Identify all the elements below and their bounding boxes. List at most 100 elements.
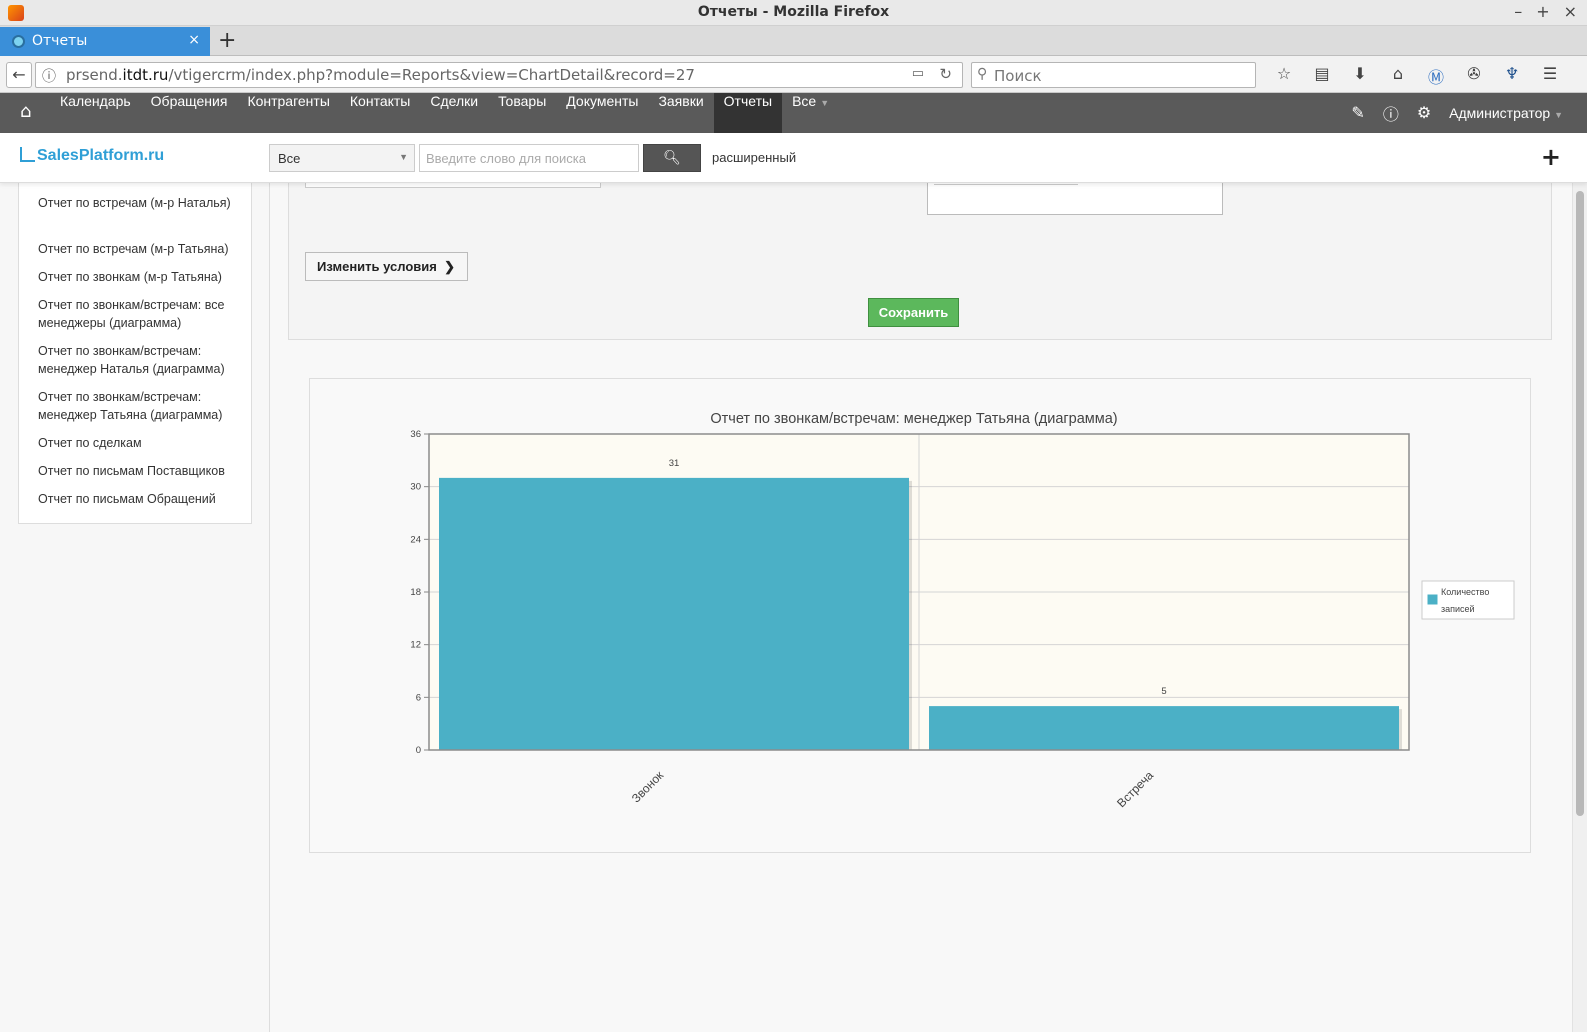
close-icon[interactable]: × — [1564, 2, 1577, 21]
y-tick-label: 30 — [410, 482, 421, 493]
tab-label: Отчеты — [32, 33, 88, 49]
clipboard-icon[interactable]: ▤ — [1303, 64, 1341, 88]
brush-icon[interactable]: ✎ — [1351, 103, 1364, 123]
reports-list-panel: Отчет по встречам (м-р Наталья) Отчет по… — [18, 183, 252, 524]
menu-item-reports[interactable]: Отчеты — [713, 93, 783, 133]
window-controls: – + × — [1514, 2, 1577, 21]
search-scope-select[interactable]: Все ▼ — [269, 144, 415, 172]
y-tick-label: 0 — [416, 745, 421, 756]
filter-listbox-inner — [934, 183, 1078, 185]
menu-icon[interactable]: ☰ — [1531, 64, 1569, 88]
chart-title: Отчет по звонкам/встречам: менеджер Тать… — [710, 411, 1117, 427]
user-menu[interactable]: Администратор ▼ — [1449, 105, 1563, 121]
sidebar-report-link[interactable]: Отчет по письмам Обращений — [38, 490, 243, 508]
legend-swatch — [1426, 593, 1439, 606]
crm-home-icon[interactable]: ⌂ — [20, 101, 31, 122]
figure-icon[interactable]: ♆ — [1493, 64, 1531, 88]
browser-toolbar: ☆ ▤ ⬇ ⌂ Ⓜ ✇ ♆ ☰ — [1265, 64, 1569, 88]
star-icon[interactable]: ☆ — [1265, 64, 1303, 88]
y-tick-label: 12 — [410, 640, 421, 651]
menu-item-calendar[interactable]: Календарь — [50, 93, 141, 133]
window-title: Отчеты - Mozilla Firefox — [697, 4, 890, 20]
menu-item-tickets[interactable]: Обращения — [141, 93, 238, 133]
reader-view-icon[interactable]: ▭ — [912, 66, 924, 81]
sidebar-report-link[interactable]: Отчет по звонкам/встречам: все менеджеры… — [38, 296, 243, 332]
back-button[interactable]: ← — [6, 62, 32, 88]
search-input[interactable] — [419, 144, 639, 172]
extension-m-icon[interactable]: Ⓜ — [1417, 64, 1455, 88]
minimize-icon[interactable]: – — [1514, 2, 1522, 21]
search-button[interactable]: 🔍︎ — [643, 144, 701, 172]
sidebar-report-link[interactable]: Отчет по звонкам/встречам: менеджер Ната… — [38, 342, 243, 378]
url-path: /vtigercrm/index.php?module=Reports&view… — [168, 66, 695, 84]
user-name: Администратор — [1449, 105, 1551, 121]
advanced-search-link[interactable]: расширенный — [712, 150, 796, 165]
address-url[interactable]: prsend.itdt.ru/vtigercrm/index.php?modul… — [66, 66, 695, 84]
url-host-prefix: prsend. — [66, 66, 123, 84]
new-tab-icon[interactable]: + — [218, 28, 236, 53]
edit-conditions-button[interactable]: Изменить условия ❯ — [305, 252, 468, 281]
menu-item-contacts[interactable]: Контакты — [340, 93, 420, 133]
maximize-icon[interactable]: + — [1536, 2, 1549, 21]
bar — [929, 706, 1399, 750]
quick-create-icon[interactable]: + — [1541, 143, 1561, 171]
logo[interactable]: SalesPlatform.ru — [20, 147, 164, 165]
menu-item-accounts[interactable]: Контрагенты — [237, 93, 339, 133]
chevron-down-icon: ▼ — [820, 98, 830, 108]
sidebar: Отчет по встречам (м-р Наталья) Отчет по… — [0, 183, 270, 1032]
chart-panel: Отчет по звонкам/встречам: менеджер Тать… — [309, 378, 1531, 853]
home-icon[interactable]: ⌂ — [1379, 64, 1417, 88]
gear-icon[interactable]: ⚙ — [1417, 103, 1431, 123]
browser-search-box[interactable]: ⚲ Поиск — [971, 62, 1256, 88]
sidebar-report-link[interactable]: Отчет по сделкам — [38, 434, 243, 452]
y-tick-label: 6 — [416, 692, 421, 703]
menu-item-all-label: Все — [792, 93, 817, 109]
info-icon[interactable]: ⓘ — [1383, 101, 1399, 125]
save-button[interactable]: Сохранить — [868, 298, 959, 327]
menu-item-requests[interactable]: Заявки — [648, 93, 713, 133]
sidebar-report-link[interactable]: Отчет по встречам (м-р Татьяна) — [38, 240, 243, 258]
scrollbar-thumb[interactable] — [1576, 191, 1584, 816]
browser-search-placeholder: Поиск — [994, 67, 1042, 85]
legend-label-line: Количество — [1441, 587, 1489, 597]
menu-item-documents[interactable]: Документы — [556, 93, 648, 133]
sidebar-report-link[interactable]: Отчет по звонкам/встречам: менеджер Тать… — [38, 388, 243, 424]
reload-icon[interactable]: ↻ — [939, 65, 952, 83]
sidebar-report-link[interactable]: Отчет по звонкам (м-р Татьяна) — [38, 268, 243, 286]
user-chevron-icon: ▼ — [1554, 110, 1563, 120]
page-scrollbar[interactable] — [1572, 183, 1587, 1032]
tab-strip: Отчеты × + — [0, 26, 1587, 56]
tab-close-icon[interactable]: × — [188, 32, 200, 48]
crm-top-menu: ⌂ Календарь Обращения Контрагенты Контак… — [0, 93, 1587, 133]
x-tick-label: Звонок — [629, 768, 667, 806]
y-tick-label: 24 — [410, 534, 421, 545]
navigation-bar: ← ⓘ prsend.itdt.ru/vtigercrm/index.php?m… — [0, 56, 1587, 93]
puzzle-icon[interactable]: ✇ — [1455, 64, 1493, 88]
url-host-main: itdt.ru — [122, 66, 169, 84]
filter-listbox[interactable] — [927, 183, 1223, 215]
y-tick-label: 18 — [410, 587, 421, 598]
browser-tab[interactable]: Отчеты × — [0, 27, 210, 56]
main-content: Изменить условия ❯ Сохранить Отчет по зво… — [270, 173, 1572, 1032]
menu-item-deals[interactable]: Сделки — [420, 93, 488, 133]
filter-field-edge[interactable] — [305, 183, 601, 188]
chevron-right-icon: ❯ — [444, 259, 455, 274]
legend-label-line: записей — [1441, 604, 1475, 614]
sidebar-report-link[interactable]: Отчет по письмам Поставщиков — [38, 462, 243, 480]
crm-menu-items: Календарь Обращения Контрагенты Контакты… — [50, 93, 839, 133]
data-label: 5 — [1161, 686, 1166, 697]
menu-item-all[interactable]: Все ▼ — [782, 93, 839, 133]
logo-chart-icon — [20, 147, 35, 162]
x-tick-label: Встреча — [1114, 768, 1156, 810]
download-icon[interactable]: ⬇ — [1341, 64, 1379, 88]
data-label: 31 — [669, 458, 680, 469]
site-info-icon[interactable]: ⓘ — [42, 66, 56, 86]
y-tick-label: 36 — [410, 429, 421, 440]
address-bar[interactable]: ⓘ prsend.itdt.ru/vtigercrm/index.php?mod… — [35, 62, 963, 88]
site-favicon-icon — [12, 35, 25, 48]
menu-item-products[interactable]: Товары — [488, 93, 556, 133]
sidebar-report-link[interactable]: Отчет по встречам (м-р Наталья) — [38, 194, 243, 212]
search-icon: ⚲ — [977, 66, 988, 82]
crm-header: SalesPlatform.ru Все ▼ 🔍︎ расширенный + — [0, 133, 1587, 183]
search-scope-value: Все — [278, 151, 301, 166]
